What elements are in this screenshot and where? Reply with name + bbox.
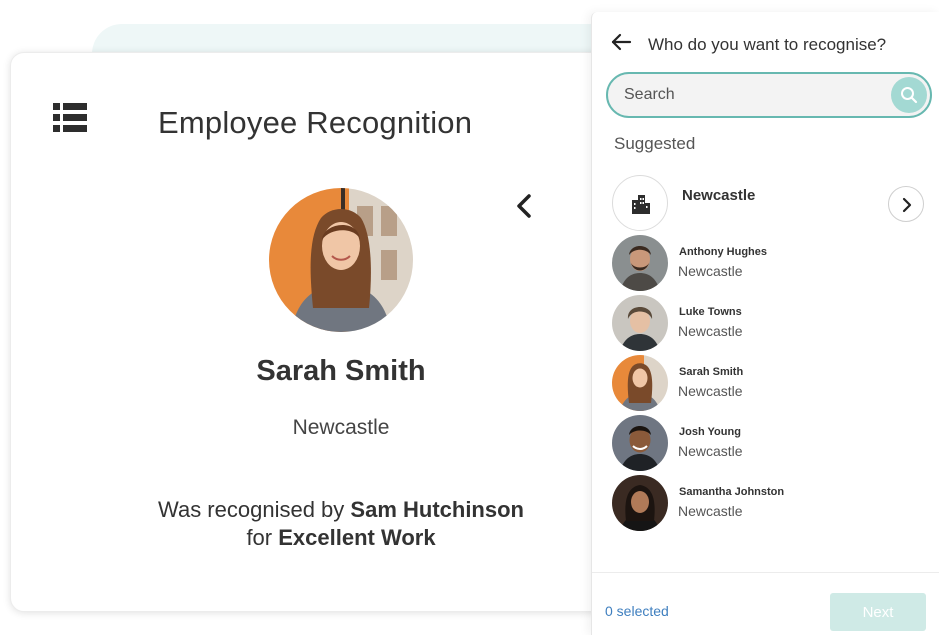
- group-item-newcastle[interactable]: Newcastle: [612, 175, 928, 231]
- search-box: [606, 72, 932, 118]
- avatar: [612, 475, 668, 531]
- recognition-prefix: Was recognised by: [158, 497, 351, 522]
- person-name: Sarah Smith: [679, 366, 744, 378]
- panel-title: Who do you want to recognise?: [648, 35, 887, 54]
- building-icon: [632, 195, 650, 214]
- avatar: [612, 235, 668, 291]
- list-item[interactable]: Luke Towns Newcastle: [612, 294, 928, 354]
- person-name: Anthony Hughes: [679, 246, 767, 258]
- recognition-card: Employee Recognition Sarah Smith Newcast…: [10, 52, 670, 612]
- chevron-right-icon: [902, 197, 912, 213]
- suggested-label: Suggested: [614, 134, 696, 153]
- avatar: [612, 415, 668, 471]
- featured-person-name: Sarah Smith: [256, 355, 426, 387]
- people-list: Anthony Hughes Newcastle Luke Towns Newc…: [612, 234, 928, 534]
- person-location: Newcastle: [678, 443, 743, 459]
- next-button[interactable]: Next: [830, 593, 926, 631]
- person-name: Samantha Johnston: [679, 486, 785, 498]
- person-location: Newcastle: [678, 383, 743, 399]
- selected-count: 0 selected: [605, 603, 669, 619]
- list-item[interactable]: Samantha Johnston Newcastle: [612, 474, 928, 534]
- person-location: Newcastle: [678, 263, 743, 279]
- group-name: Newcastle: [682, 187, 756, 204]
- list-item[interactable]: Josh Young Newcastle: [612, 414, 928, 474]
- featured-avatar: [269, 188, 413, 332]
- list-item[interactable]: Sarah Smith Newcastle: [612, 354, 928, 414]
- person-location: Newcastle: [678, 323, 743, 339]
- person-name: Luke Towns: [679, 306, 742, 318]
- person-location: Newcastle: [678, 503, 743, 519]
- page-title: Employee Recognition: [158, 105, 473, 140]
- list-menu-icon[interactable]: [53, 103, 87, 133]
- chevron-left-icon[interactable]: [513, 193, 535, 219]
- recognise-panel: Who do you want to recognise? Suggested: [591, 12, 939, 635]
- recognised-by: Sam Hutchinson: [350, 497, 524, 522]
- avatar: [612, 295, 668, 351]
- for-prefix: for: [246, 525, 279, 550]
- avatar: [612, 355, 668, 411]
- group-avatar: [612, 175, 668, 231]
- recognition-reason: Excellent Work: [278, 525, 436, 550]
- search-icon: [901, 87, 918, 104]
- list-item[interactable]: Anthony Hughes Newcastle: [612, 234, 928, 294]
- panel-footer: 0 selected Next: [592, 572, 939, 635]
- recognition-text: Was recognised by Sam Hutchinson for Exc…: [11, 496, 671, 552]
- back-arrow-icon[interactable]: [610, 32, 632, 52]
- search-button[interactable]: [891, 77, 927, 113]
- search-input[interactable]: [624, 84, 884, 106]
- person-name: Josh Young: [679, 426, 741, 438]
- featured-person-location: Newcastle: [292, 416, 390, 439]
- group-expand-button[interactable]: [888, 186, 924, 222]
